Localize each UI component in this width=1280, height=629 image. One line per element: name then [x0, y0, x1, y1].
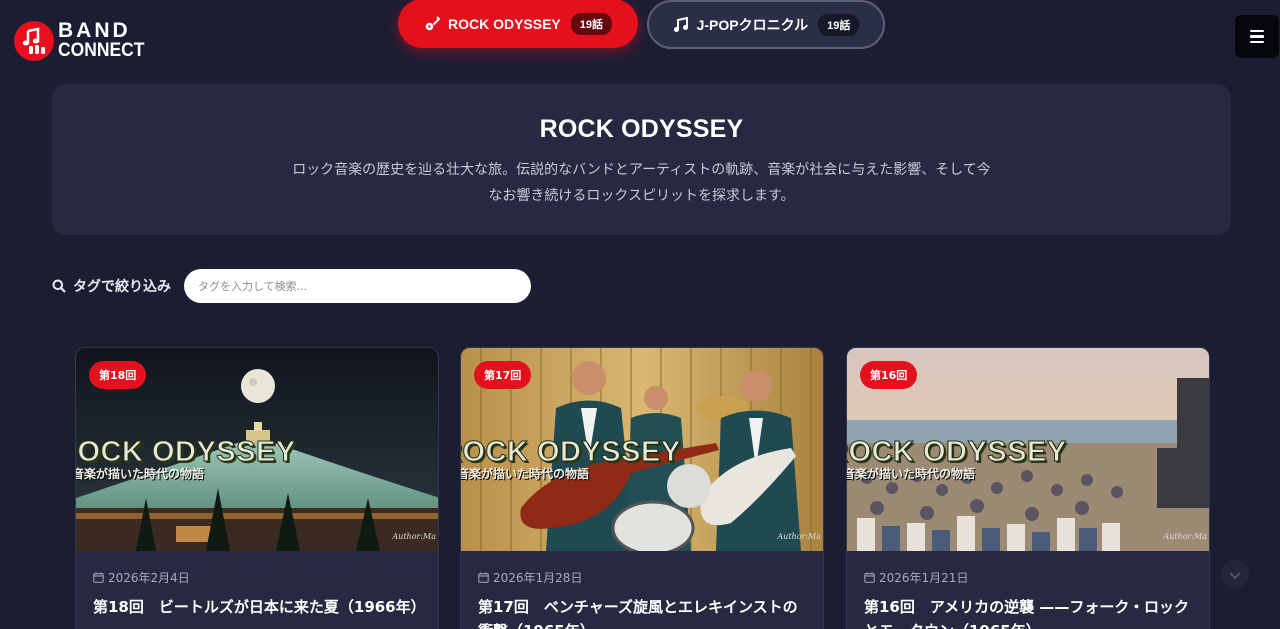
card-date: 2026年1月21日 — [864, 569, 1209, 586]
thumbnail-overlay-subtitle: 音楽が描いた時代の物語 — [847, 467, 976, 481]
tag-filter: タグで絞り込み — [52, 269, 531, 303]
episode-badge: 第18回 — [89, 361, 147, 389]
thumbnail-author: Author:Ma — [392, 532, 436, 541]
logo-line1: BAND — [58, 19, 131, 42]
card-title[interactable]: 第17回 ベンチャーズ旋風とエレキインストの衝撃（1965年） — [478, 595, 809, 629]
scroll-down-button[interactable] — [1221, 560, 1249, 588]
tab-jpop-label: J-POPクロニクル — [696, 16, 809, 33]
tab-jpop-count: 19話 — [818, 13, 860, 36]
logo-text: BAND CONNECT — [58, 19, 152, 61]
chevron-down-icon — [1229, 565, 1241, 584]
hero-description: ロック音楽の歴史を辿る壮大な旅。伝説的なバンドとアーティストの軌跡、音楽が社会に… — [292, 162, 991, 204]
tag-search-input[interactable] — [184, 269, 531, 303]
site-logo[interactable]: BAND CONNECT — [14, 19, 152, 61]
article-card[interactable]: 第17回 ROCK ODYSSEY 音楽が描いた時代の物語 Author:Ma … — [460, 347, 824, 629]
card-title[interactable]: 第16回 アメリカの逆襲 ——フォーク・ロックとモータウン（1965年） — [864, 595, 1195, 629]
article-card[interactable]: 第16回 ROCK ODYSSEY 音楽が描いた時代の物語 Author:Ma … — [846, 347, 1210, 629]
thumbnail-author: Author:Ma — [1163, 532, 1207, 541]
logo-line2: CONNECT — [58, 40, 145, 61]
card-title[interactable]: 第18回 ビートルズが日本に来た夏（1966年） — [93, 595, 426, 619]
tab-rock-odyssey[interactable]: ROCK ODYSSEY 19話 — [398, 0, 638, 48]
thumbnail-author: Author:Ma — [777, 532, 821, 541]
card-thumbnail: 第17回 ROCK ODYSSEY 音楽が描いた時代の物語 Author:Ma — [461, 348, 823, 551]
article-card[interactable]: 第18回 ROCK ODYSSEY 音楽が描いた時代の物語 Author:Ma … — [75, 347, 439, 629]
card-date-text: 2026年2月4日 — [108, 571, 190, 585]
filter-label: タグで絞り込み — [52, 276, 171, 296]
page-title: ROCK ODYSSEY — [539, 115, 744, 143]
card-date: 2026年1月28日 — [478, 569, 823, 586]
card-thumbnail: 第18回 ROCK ODYSSEY 音楽が描いた時代の物語 Author:Ma — [76, 348, 438, 551]
hero-section: ROCK ODYSSEY ロック音楽の歴史を辿る壮大な旅。伝説的なバンドとアーテ… — [52, 84, 1231, 235]
calendar-icon — [478, 572, 489, 583]
calendar-icon — [93, 572, 104, 583]
band-connect-logo-icon — [14, 21, 54, 61]
card-date: 2026年2月4日 — [93, 569, 438, 586]
filter-label-text: タグで絞り込み — [73, 279, 171, 295]
episode-badge: 第17回 — [474, 361, 532, 389]
thumbnail-overlay-subtitle: 音楽が描いた時代の物語 — [76, 467, 205, 481]
thumbnail-overlay-subtitle: 音楽が描いた時代の物語 — [461, 467, 590, 481]
tab-rock-label: ROCK ODYSSEY — [447, 15, 561, 32]
tab-rock-count: 19話 — [570, 12, 613, 35]
hamburger-icon — [1250, 29, 1264, 33]
episode-badge: 第16回 — [860, 361, 918, 389]
search-icon — [52, 279, 66, 293]
card-date-text: 2026年1月21日 — [879, 571, 969, 585]
guitar-icon — [424, 15, 440, 32]
calendar-icon — [864, 572, 875, 583]
music-note-icon — [673, 16, 689, 33]
menu-button[interactable] — [1235, 15, 1279, 58]
card-thumbnail: 第16回 ROCK ODYSSEY 音楽が描いた時代の物語 Author:Ma — [847, 348, 1209, 551]
tab-jpop-chronicle[interactable]: J-POPクロニクル 19話 — [647, 0, 885, 49]
card-date-text: 2026年1月28日 — [493, 571, 583, 585]
